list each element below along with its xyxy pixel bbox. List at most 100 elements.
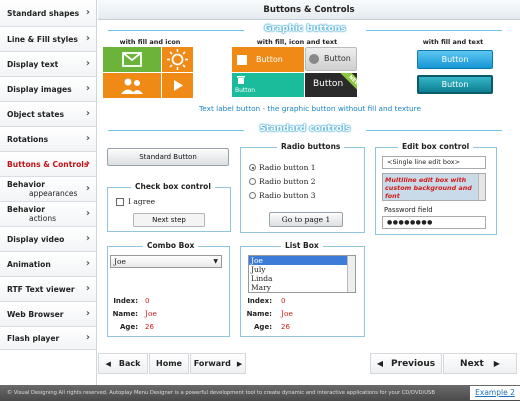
sidebar-item-label: Display video [7,234,65,244]
back-label: Back [118,359,141,368]
radio-button-3[interactable] [249,192,256,199]
users-tile-button[interactable] [103,73,161,98]
sidebar-item-standard-shapes[interactable]: Standard shapes › [0,0,96,27]
square-icon [237,55,247,65]
divider [108,130,244,131]
password-label: Password field [384,206,433,214]
sidebar-item-label: Display text [7,59,59,69]
caret-right-icon: ▶ [493,359,500,368]
combo-select[interactable]: Joe ▼ [110,255,222,268]
gray-icon-text-button[interactable]: Button [305,47,357,71]
footer-text: © Visual Designing All rights reserved. … [7,390,435,396]
caret-left-icon: ◀ [105,359,111,368]
scrollbar[interactable] [347,256,355,292]
sidebar-item-sublabel: appearances [29,189,78,198]
caret-down-icon: ▼ [213,258,218,265]
list-item[interactable]: July [249,265,355,274]
list-item[interactable]: Joe [249,256,347,265]
next-button[interactable]: Next ▶ [443,353,517,374]
previous-label: Previous [391,358,436,369]
chevron-right-icon: › [85,7,90,18]
button-label: Button [235,87,256,94]
sidebar-item-animation[interactable]: Animation › [0,252,96,277]
chevron-right-icon: › [85,58,90,69]
list-item[interactable]: Linda [249,274,355,283]
combo-name-value: Joe [145,309,157,318]
radio-label-3: Radio button 3 [259,191,316,200]
sidebar-item-rotations[interactable]: Rotations › [0,127,96,152]
chevron-right-icon: › [85,283,90,294]
circle-icon [309,54,319,64]
listbox[interactable]: Joe July Linda Mary [248,255,356,293]
radio-button-2[interactable] [249,178,256,185]
checkbox-group-title: Check box control [131,182,215,191]
sidebar-item-label: Animation [7,259,51,269]
sidebar-item-label: Flash player [7,333,60,343]
dark-new-button[interactable]: Button NEW [305,73,357,97]
agree-label: I agree [128,197,156,206]
goto-page-button[interactable]: Go to page 1 [269,212,343,227]
users-icon [121,78,143,94]
forward-button[interactable]: Forward ▶ [190,353,246,374]
envelope-icon [122,52,142,67]
sidebar-item-label: Rotations [7,134,49,144]
sidebar-item-buttons-controls[interactable]: Buttons & Controls › [0,152,96,177]
divider [366,130,502,131]
multiline-text: Multiline edit box with custom backgroun… [385,176,475,200]
scrollbar[interactable] [478,174,485,200]
multiline-input[interactable]: Multiline edit box with custom backgroun… [382,173,486,201]
chevron-right-icon: › [85,83,90,94]
agree-checkbox[interactable] [116,198,124,206]
list-item[interactable]: Mary [249,283,355,292]
radio-button-1[interactable] [249,164,256,171]
teal-icon-text-button[interactable]: Button [232,73,304,97]
list-name-value: Joe [281,309,293,318]
sidebar-item-behavior-actions[interactable]: Behavior actions › [0,202,96,227]
teal-text-button[interactable]: Button [417,75,493,94]
label-fill-icon: with fill and icon [119,38,181,46]
combo-group-title: Combo Box [143,241,199,250]
sidebar-item-display-text[interactable]: Display text › [0,52,96,77]
caret-right-icon: ▶ [236,359,243,368]
text-label-button[interactable]: Text label button - the graphic button w… [150,104,470,113]
password-input[interactable]: ●●●●●●●● [382,216,486,229]
sun-tile-button[interactable] [162,47,193,72]
chevron-right-icon: › [85,133,90,144]
combo-index-label: Index: [113,297,138,305]
back-button[interactable]: ◀ Back [98,353,148,374]
caret-left-icon: ◀ [376,359,384,368]
label-fill-text: with fill and text [422,38,484,46]
button-label: Button [256,55,283,64]
standard-button[interactable]: Standard Button [107,148,229,166]
sidebar-item-object-states[interactable]: Object states › [0,102,96,127]
sidebar-item-behavior-appearances[interactable]: Behavior appearances › [0,177,96,202]
label-fill-icon-text: with fill, icon and text [256,38,338,46]
sidebar-item-label: Standard shapes [7,8,80,18]
editbox-group-title: Edit box control [398,142,474,151]
forward-label: Forward [193,359,231,368]
button-label: Button [324,54,351,63]
home-button[interactable]: Home [149,353,189,374]
list-age-label: Age: [254,323,272,331]
sidebar-item-display-video[interactable]: Display video › [0,227,96,252]
sidebar-item-label: Object states [7,109,64,119]
chevron-right-icon: › [85,158,90,169]
sidebar-item-flash-player[interactable]: Flash player › [0,327,96,350]
mail-tile-button[interactable] [103,47,161,72]
sidebar-item-rtf-viewer[interactable]: RTF Text viewer › [0,277,96,302]
orange-icon-text-button[interactable]: Button [232,47,304,72]
trash-icon [237,76,245,84]
next-label: Next [460,358,484,369]
sidebar-item-web-browser[interactable]: Web Browser › [0,302,96,327]
blue-text-button[interactable]: Button [417,50,493,69]
sidebar-item-display-images[interactable]: Display images › [0,77,96,102]
sidebar-item-line-fill[interactable]: Line & Fill styles › [0,27,96,52]
next-step-button[interactable]: Next step [133,213,205,227]
sidebar-item-label: Behavior [7,205,45,214]
previous-button[interactable]: ◀ Previous [370,353,442,374]
example-link[interactable]: Example 2 [470,386,520,400]
single-line-input[interactable]: <Single line edit box> [382,156,486,169]
sidebar: Standard shapes › Line & Fill styles › Dis… [0,0,97,385]
play-tile-button[interactable] [162,73,193,98]
combo-value: Joe [114,257,126,266]
